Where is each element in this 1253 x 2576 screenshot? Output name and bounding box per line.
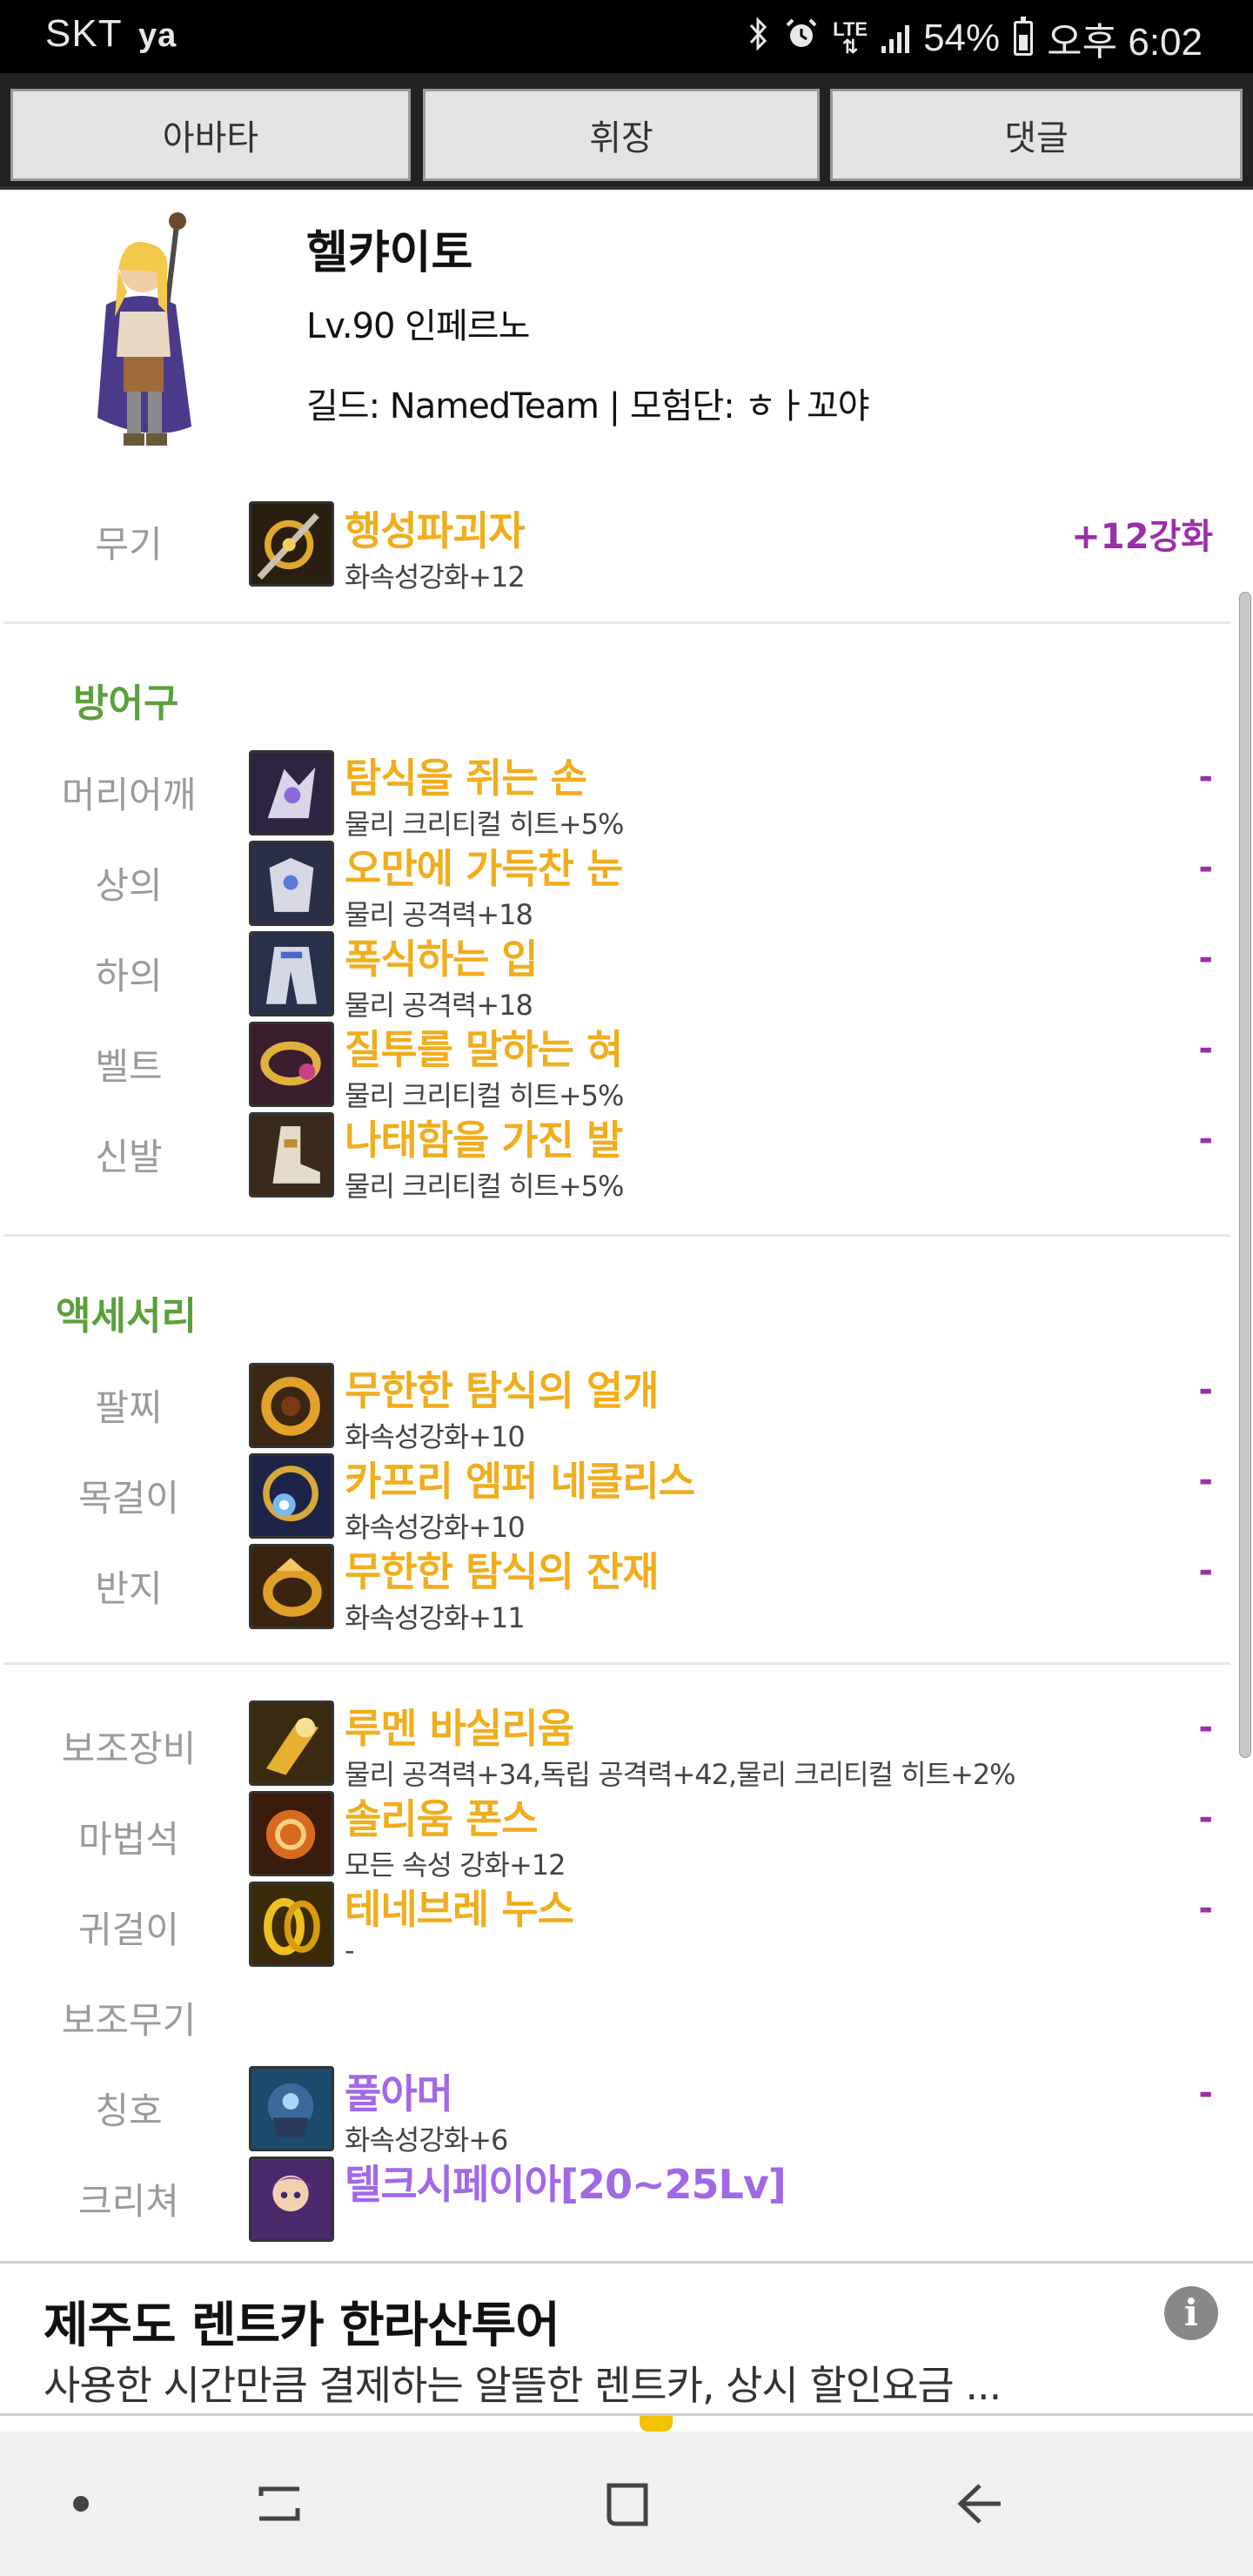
weapon-stat: 화속성강화+12: [345, 560, 526, 594]
slot-label-bracelet: 팔찌: [95, 1386, 163, 1429]
status-bar: SKT ya LTE ⇅ 54% 오후 6:02: [0, 0, 1253, 73]
armor-icon-top[interactable]: [249, 841, 334, 926]
character-avatar: [80, 209, 211, 461]
special-name-support[interactable]: 루멘 바실리움: [345, 1697, 574, 1754]
accessory-icon-bracelet[interactable]: [249, 1363, 334, 1448]
accessory-name-necklace[interactable]: 카프리 엠퍼 네클리스: [345, 1450, 695, 1507]
character-name: 헬캬이토: [306, 227, 473, 279]
slot-label-bottom: 하의: [95, 955, 163, 997]
weapon-enhance: +12강화: [1071, 517, 1213, 557]
slot-label-title: 칭호: [95, 2090, 163, 2132]
armor-icon-shoes[interactable]: [249, 1112, 334, 1197]
slot-label-weapon: 무기: [95, 523, 163, 566]
home-icon[interactable]: [588, 2465, 667, 2543]
armor-value-bottom: -: [1198, 938, 1213, 978]
title-name[interactable]: 풀아머: [345, 2063, 453, 2120]
divider: [3, 621, 1230, 624]
bluetooth-icon: [747, 17, 770, 60]
character-profile: 헬캬이토 Lv.90 인페르노 길드: NamedTeam | 모험단: ㅎㅏ꼬…: [0, 190, 1253, 468]
armor-name-bottom[interactable]: 폭식하는 입: [345, 928, 539, 985]
armor-icon-bottom[interactable]: [249, 931, 334, 1016]
tab-avatar[interactable]: 아바타: [10, 89, 411, 181]
special-stat-earring: -: [345, 1934, 355, 1967]
status-icons: LTE ⇅ 54% 오후 6:02: [747, 10, 1203, 66]
tab-bar: 아바타 휘장 댓글: [0, 73, 1253, 190]
alarm-icon: [784, 17, 819, 60]
back-icon[interactable]: [940, 2465, 1018, 2543]
ad-title[interactable]: 제주도 렌트카 한라산투어: [44, 2286, 560, 2357]
accessory-value-bracelet: -: [1198, 1370, 1213, 1410]
accessory-name-ring[interactable]: 무한한 탐식의 잔재: [345, 1540, 660, 1598]
weapon-name[interactable]: 행성파괴자: [345, 500, 526, 557]
scrollbar-thumb[interactable]: [1239, 592, 1251, 1758]
armor-name-shoes[interactable]: 나태함을 가진 발: [345, 1109, 623, 1166]
weapon-icon[interactable]: [249, 501, 334, 587]
info-icon[interactable]: i: [1164, 2286, 1218, 2340]
special-icon-magic-stone[interactable]: [249, 1791, 334, 1876]
armor-value-head: -: [1198, 757, 1213, 797]
slot-label-belt: 벨트: [95, 1045, 163, 1088]
armor-icon-head[interactable]: [249, 750, 334, 835]
armor-value-top: -: [1198, 848, 1213, 888]
section-title-accessory: 액세서리: [56, 1294, 197, 1338]
armor-name-top[interactable]: 오만에 가득찬 눈: [345, 837, 623, 895]
accessory-name-bracelet[interactable]: 무한한 탐식의 얼개: [345, 1359, 660, 1417]
battery-icon: [1014, 17, 1034, 56]
special-icon-earring[interactable]: [249, 1882, 334, 1967]
creature-name[interactable]: 텔크시페이아[20~25Lv]: [345, 2153, 787, 2210]
slot-label-ring: 반지: [95, 1567, 163, 1610]
lte-icon: LTE ⇅: [833, 18, 868, 57]
clock: 오후 6:02: [1047, 21, 1203, 64]
dot-icon[interactable]: [42, 2465, 120, 2543]
title-icon[interactable]: [249, 2066, 334, 2151]
recent-apps-icon[interactable]: [240, 2465, 318, 2543]
accessory-value-necklace: -: [1198, 1460, 1213, 1500]
carrier-label: SKT: [45, 12, 122, 55]
slot-label-top: 상의: [95, 864, 163, 907]
accessory-icon-necklace[interactable]: [249, 1453, 334, 1539]
character-guild: 길드: NamedTeam | 모험단: ㅎㅏ꼬야: [306, 386, 870, 426]
divider: [3, 1662, 1230, 1665]
accessory-value-ring: -: [1198, 1551, 1213, 1591]
special-value-support: -: [1198, 1707, 1213, 1748]
ad-banner[interactable]: 제주도 렌트카 한라산투어 사용한 시간만큼 결제하는 알뜰한 렌트카, 상시 …: [0, 2261, 1253, 2416]
armor-icon-belt[interactable]: [249, 1022, 334, 1107]
special-value-magic-stone: -: [1198, 1798, 1213, 1838]
slot-label-magic-stone: 마법석: [78, 1818, 179, 1861]
title-value: -: [1198, 2073, 1213, 2113]
special-name-earring[interactable]: 테네브레 누스: [345, 1878, 574, 1935]
special-name-magic-stone[interactable]: 솔리움 폰스: [345, 1788, 539, 1845]
armor-value-shoes: -: [1198, 1119, 1213, 1159]
slot-label-earring: 귀걸이: [78, 1909, 179, 1951]
special-value-earring: -: [1198, 1888, 1213, 1929]
armor-name-head[interactable]: 탐식을 쥐는 손: [345, 747, 587, 804]
special-icon-support[interactable]: [249, 1701, 334, 1786]
slot-label-shoes: 신발: [95, 1136, 163, 1178]
section-title-armor: 방어구: [73, 681, 179, 726]
ad-strip-mark: [640, 2416, 673, 2432]
slot-label-support: 보조장비: [61, 1727, 197, 1770]
signal-icon: [881, 23, 910, 53]
ad-description[interactable]: 사용한 시간만큼 결제하는 알뜰한 렌트카, 상시 할인요금 ...: [44, 2354, 1192, 2412]
accessory-stat-ring: 화속성강화+11: [345, 1601, 526, 1634]
slot-label-necklace: 목걸이: [78, 1477, 179, 1519]
divider: [3, 1234, 1230, 1237]
armor-name-belt[interactable]: 질투를 말하는 혀: [345, 1018, 623, 1076]
armor-stat-shoes: 물리 크리티컬 히트+5%: [345, 1170, 624, 1203]
slot-label-creature: 크리쳐: [78, 2180, 179, 2223]
slot-label-head: 머리어깨: [61, 774, 197, 816]
carrier-badge: ya: [138, 17, 178, 54]
character-level: Lv.90 인페르노: [306, 306, 530, 346]
armor-value-belt: -: [1198, 1029, 1213, 1069]
accessory-icon-ring[interactable]: [249, 1544, 334, 1629]
creature-icon[interactable]: [249, 2157, 334, 2242]
carrier-info: SKT ya: [45, 12, 177, 56]
slot-label-sub-weapon: 보조무기: [61, 1999, 197, 2042]
battery-percent: 54%: [923, 17, 1001, 59]
tab-comments[interactable]: 댓글: [830, 89, 1243, 181]
tab-emblem[interactable]: 휘장: [423, 89, 820, 181]
navigation-bar: [0, 2432, 1253, 2576]
network-label: LTE: [833, 18, 868, 40]
ad-strip: [0, 2416, 1253, 2432]
